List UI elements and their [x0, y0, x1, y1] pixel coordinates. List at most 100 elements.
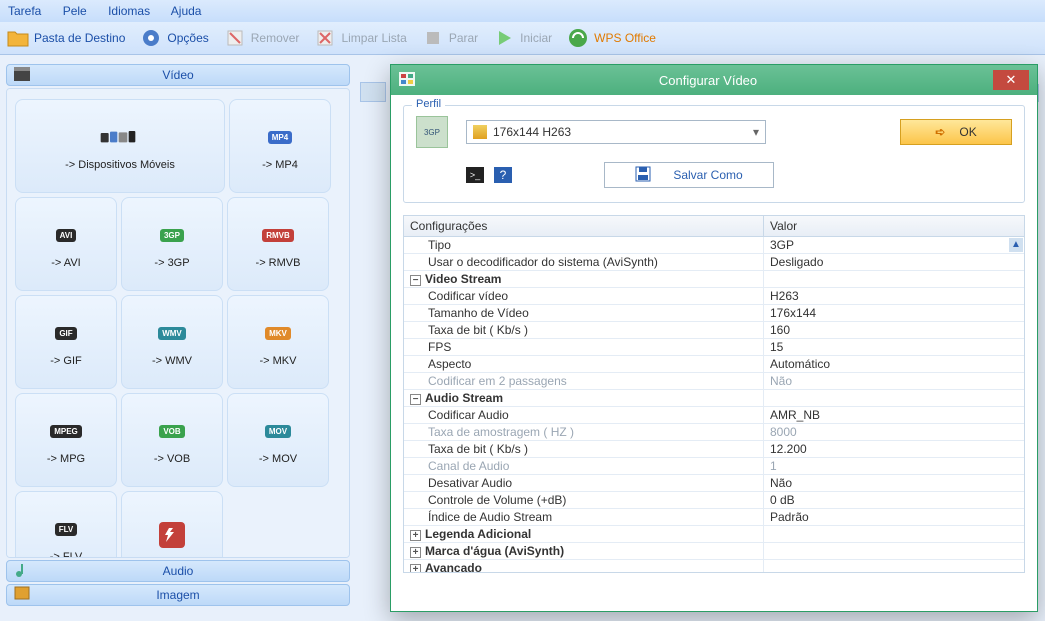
setting-value[interactable]: Automático — [764, 356, 1024, 372]
expand-toggle-icon[interactable]: + — [410, 530, 421, 541]
btn-iniciar[interactable]: Iniciar — [492, 26, 552, 50]
expand-toggle-icon[interactable]: − — [410, 275, 421, 286]
setting-key: FPS — [404, 339, 764, 355]
settings-row[interactable]: Taxa de bit ( Kb/s )160 — [404, 322, 1024, 339]
setting-value[interactable]: 160 — [764, 322, 1024, 338]
format-label: -> AVI — [51, 257, 80, 269]
save-as-button[interactable]: Salvar Como — [604, 162, 774, 188]
setting-value[interactable]: 0 dB — [764, 492, 1024, 508]
expand-toggle-icon[interactable]: − — [410, 394, 421, 405]
setting-value[interactable]: 176x144 — [764, 305, 1024, 321]
setting-value — [764, 390, 1024, 406]
label-opcoes: Opções — [167, 31, 208, 45]
setting-value[interactable]: 15 — [764, 339, 1024, 355]
settings-row[interactable]: Codificar vídeoH263 — [404, 288, 1024, 305]
format-icon — [152, 519, 192, 551]
format-icon — [100, 121, 140, 153]
menu-idiomas[interactable]: Idiomas — [108, 4, 150, 18]
format-icon: RMVB — [258, 219, 298, 251]
settings-group[interactable]: +Marca d'água (AviSynth) — [404, 543, 1024, 560]
console-icon[interactable]: >_ — [466, 167, 484, 183]
format-tile[interactable]: 3GP-> 3GP — [121, 197, 223, 291]
format-label: -> MP4 — [262, 159, 298, 171]
profile-select[interactable]: 176x144 H263 ▾ — [466, 120, 766, 144]
setting-value[interactable]: 8000 — [764, 424, 1024, 440]
setting-value[interactable]: Desligado — [764, 254, 1024, 270]
settings-row[interactable]: Usar o decodificador do sistema (AviSynt… — [404, 254, 1024, 271]
label-pasta: Pasta de Destino — [34, 31, 125, 45]
format-tile[interactable]: MKV-> MKV — [227, 295, 329, 389]
setting-value[interactable]: 1 — [764, 458, 1024, 474]
setting-key: Canal de Audio — [404, 458, 764, 474]
menu-tarefa[interactable]: Tarefa — [8, 4, 41, 18]
settings-row[interactable]: Codificar AudioAMR_NB — [404, 407, 1024, 424]
settings-group[interactable]: −Video Stream — [404, 271, 1024, 288]
col-value[interactable]: Valor — [764, 216, 1024, 236]
btn-limpar[interactable]: Limpar Lista — [313, 26, 406, 50]
settings-group[interactable]: +Legenda Adicional — [404, 526, 1024, 543]
format-label: -> MPG — [47, 453, 85, 465]
setting-key: Taxa de amostragem ( HZ ) — [404, 424, 764, 440]
format-icon: MPEG — [46, 415, 86, 447]
settings-row[interactable]: Taxa de bit ( Kb/s )12.200 — [404, 441, 1024, 458]
profile-legend: Perfil — [412, 98, 445, 110]
settings-row[interactable]: Desativar AudioNão — [404, 475, 1024, 492]
format-tile[interactable] — [121, 491, 223, 558]
help-icon[interactable]: ? — [494, 167, 512, 183]
format-label: -> MKV — [260, 355, 297, 367]
setting-value — [764, 560, 1024, 573]
settings-row[interactable]: Índice de Audio StreamPadrão — [404, 509, 1024, 526]
setting-value[interactable]: AMR_NB — [764, 407, 1024, 423]
settings-row[interactable]: Canal de Audio1 — [404, 458, 1024, 475]
btn-remover[interactable]: Remover — [223, 26, 300, 50]
format-tile[interactable]: MPEG -> MPG — [15, 393, 117, 487]
dialog-close-button[interactable]: ✕ — [993, 70, 1029, 90]
ok-label: OK — [959, 125, 976, 139]
format-tile[interactable]: MP4-> MP4 — [229, 99, 331, 193]
format-tile[interactable]: MOV-> MOV — [227, 393, 329, 487]
menu-ajuda[interactable]: Ajuda — [171, 4, 202, 18]
setting-value[interactable]: 12.200 — [764, 441, 1024, 457]
settings-group[interactable]: −Audio Stream — [404, 390, 1024, 407]
section-imagem[interactable]: Imagem — [6, 584, 350, 606]
setting-value[interactable]: H263 — [764, 288, 1024, 304]
settings-row[interactable]: Controle de Volume (+dB)0 dB — [404, 492, 1024, 509]
remove-icon — [223, 26, 247, 50]
section-video[interactable]: Vídeo — [6, 64, 350, 86]
btn-opcoes[interactable]: Opções — [139, 26, 208, 50]
format-tile[interactable]: AVI -> AVI — [15, 197, 117, 291]
play-icon — [492, 26, 516, 50]
format-label: -> VOB — [154, 453, 190, 465]
ok-button[interactable]: ➪ OK — [900, 119, 1012, 145]
btn-parar[interactable]: Parar — [421, 26, 478, 50]
format-tile[interactable]: -> Dispositivos Móveis — [15, 99, 225, 193]
scroll-up-icon[interactable]: ▲ — [1009, 238, 1023, 252]
settings-row[interactable]: Codificar em 2 passagensNão — [404, 373, 1024, 390]
format-tile[interactable]: FLV-> FLV — [15, 491, 117, 558]
settings-row[interactable]: Tipo3GP — [404, 237, 1024, 254]
setting-value[interactable]: 3GP — [764, 237, 1024, 253]
settings-row[interactable]: AspectoAutomático — [404, 356, 1024, 373]
format-icon: AVI — [46, 219, 86, 251]
format-tile[interactable]: VOB-> VOB — [121, 393, 223, 487]
format-tile[interactable]: RMVB-> RMVB — [227, 197, 329, 291]
setting-value[interactable]: Não — [764, 475, 1024, 491]
dialog-app-icon — [399, 72, 415, 89]
btn-pasta-destino[interactable]: Pasta de Destino — [6, 26, 125, 50]
settings-row[interactable]: Taxa de amostragem ( HZ )8000 — [404, 424, 1024, 441]
setting-value[interactable]: Não — [764, 373, 1024, 389]
settings-row[interactable]: FPS15 — [404, 339, 1024, 356]
setting-value[interactable]: Padrão — [764, 509, 1024, 525]
col-config[interactable]: Configurações — [404, 216, 764, 236]
setting-key: Controle de Volume (+dB) — [404, 492, 764, 508]
expand-toggle-icon[interactable]: + — [410, 564, 421, 573]
format-tile[interactable]: WMV-> WMV — [121, 295, 223, 389]
section-audio[interactable]: Audio — [6, 560, 350, 582]
format-label: -> WMV — [152, 355, 192, 367]
menu-pele[interactable]: Pele — [63, 4, 87, 18]
format-tile[interactable]: GIF-> GIF — [15, 295, 117, 389]
settings-row[interactable]: Tamanho de Vídeo176x144 — [404, 305, 1024, 322]
settings-group[interactable]: +Avançado — [404, 560, 1024, 573]
expand-toggle-icon[interactable]: + — [410, 547, 421, 558]
btn-wps-office[interactable]: WPS Office — [566, 26, 656, 50]
